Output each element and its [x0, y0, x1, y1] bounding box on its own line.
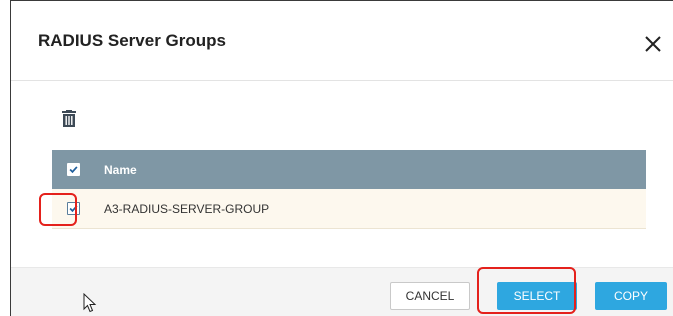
row-checkbox-highlight: [39, 193, 77, 226]
screen: RADIUS Server Groups Name A3-RADIUS-SERV…: [0, 0, 673, 316]
server-groups-table: Name A3-RADIUS-SERVER-GROUP: [52, 150, 646, 229]
dialog-body: Name A3-RADIUS-SERVER-GROUP: [11, 82, 673, 267]
row-name-cell: A3-RADIUS-SERVER-GROUP: [104, 202, 270, 216]
select-button-highlight: [477, 267, 576, 314]
dialog-header: RADIUS Server Groups: [11, 1, 673, 81]
dialog-title: RADIUS Server Groups: [38, 31, 226, 50]
copy-button[interactable]: COPY: [595, 282, 667, 310]
column-header-name[interactable]: Name: [104, 163, 137, 177]
cancel-button[interactable]: CANCEL: [390, 282, 470, 310]
close-icon[interactable]: [640, 31, 666, 57]
table-header: Name: [52, 150, 646, 189]
select-all-checkbox[interactable]: [67, 163, 80, 176]
trash-icon[interactable]: [61, 110, 77, 128]
table-row[interactable]: A3-RADIUS-SERVER-GROUP: [52, 189, 646, 229]
mouse-cursor-icon: [83, 293, 97, 313]
